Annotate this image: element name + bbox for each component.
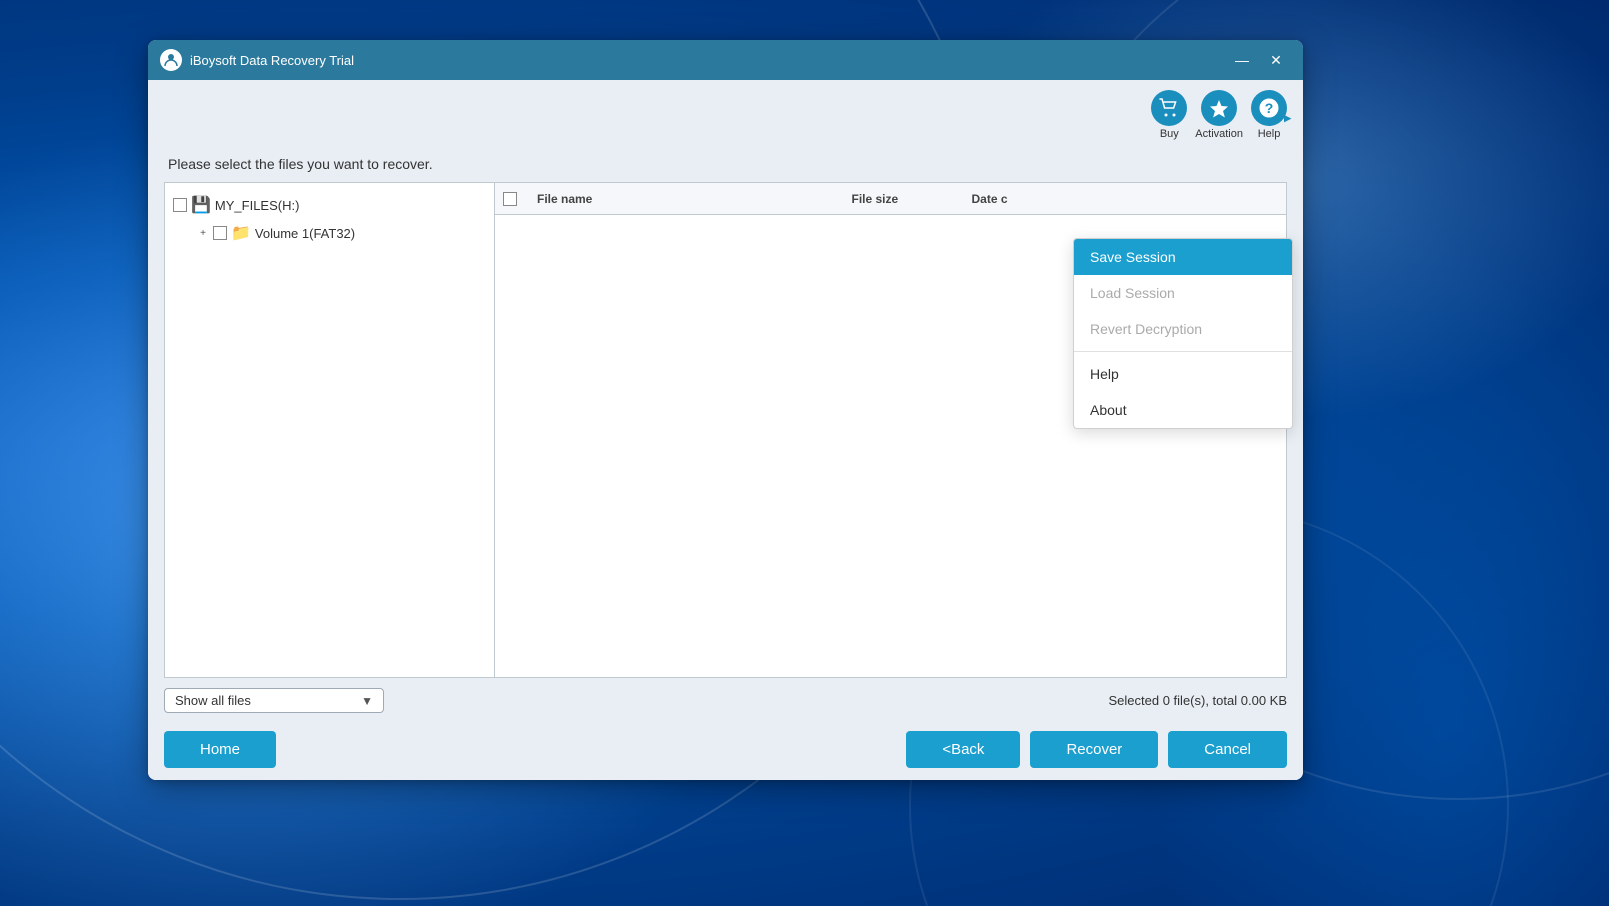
dropdown-chevron-icon: ▼ <box>361 694 373 708</box>
show-files-label: Show all files <box>175 693 251 708</box>
minimize-button[interactable]: — <box>1227 48 1257 72</box>
recover-button[interactable]: Recover <box>1030 731 1158 768</box>
header-checkbox[interactable] <box>503 192 517 206</box>
tree-item-volume[interactable]: + 📁 Volume 1(FAT32) <box>165 219 494 247</box>
menu-item-save-session[interactable]: Save Session <box>1074 239 1292 275</box>
buy-button[interactable]: Buy <box>1151 90 1187 140</box>
action-bar: Home <Back Recover Cancel <box>148 723 1303 780</box>
instruction-text: Please select the files you want to reco… <box>148 148 1303 182</box>
bottom-bar: Show all files ▼ Selected 0 file(s), tot… <box>148 678 1303 723</box>
menu-item-load-session[interactable]: Load Session <box>1074 275 1292 311</box>
right-action-buttons: <Back Recover Cancel <box>906 731 1287 768</box>
tree-item-root[interactable]: 💾 MY_FILES(H:) <box>165 191 494 219</box>
svg-text:?: ? <box>1265 100 1274 116</box>
tree-checkbox-volume[interactable] <box>213 226 227 240</box>
tree-checkbox-root[interactable] <box>173 198 187 212</box>
toolbar: Buy Activation ? ▶ <box>148 80 1303 148</box>
file-tree-panel: 💾 MY_FILES(H:) + 📁 Volume 1(FAT32) <box>165 183 495 677</box>
status-text: Selected 0 file(s), total 0.00 KB <box>1109 693 1287 708</box>
back-button[interactable]: <Back <box>906 731 1020 768</box>
activation-button[interactable]: Activation <box>1195 90 1243 140</box>
app-icon <box>160 49 182 71</box>
show-files-dropdown[interactable]: Show all files ▼ <box>164 688 384 713</box>
buy-label: Buy <box>1160 128 1179 140</box>
expand-icon[interactable]: + <box>197 227 209 239</box>
cancel-button[interactable]: Cancel <box>1168 731 1287 768</box>
col-header-date: Date c <box>964 188 1279 210</box>
window-controls: — ✕ <box>1227 48 1291 72</box>
home-button[interactable]: Home <box>164 731 276 768</box>
help-icon: ? ▶ <box>1251 90 1287 126</box>
activation-icon <box>1201 90 1237 126</box>
menu-item-about[interactable]: About <box>1074 392 1292 428</box>
tree-label-root: MY_FILES(H:) <box>215 198 300 213</box>
window-title: iBoysoft Data Recovery Trial <box>190 53 1227 68</box>
menu-item-revert-decryption[interactable]: Revert Decryption <box>1074 311 1292 347</box>
help-toolbar-button[interactable]: ? ▶ Help <box>1251 90 1287 140</box>
menu-divider <box>1074 351 1292 352</box>
activation-label: Activation <box>1195 128 1243 140</box>
file-list-header: File name File size Date c <box>495 183 1286 215</box>
folder-icon: 📁 <box>231 223 251 243</box>
tree-label-volume: Volume 1(FAT32) <box>255 226 355 241</box>
window-body: Buy Activation ? ▶ <box>148 80 1303 780</box>
help-dropdown-menu: Save Session Load Session Revert Decrypt… <box>1073 238 1293 429</box>
main-window: iBoysoft Data Recovery Trial — ✕ Buy <box>148 40 1303 780</box>
close-button[interactable]: ✕ <box>1261 48 1291 72</box>
col-header-name: File name <box>529 188 844 210</box>
drive-icon: 💾 <box>191 195 211 215</box>
col-header-size: File size <box>844 188 964 210</box>
menu-item-help[interactable]: Help <box>1074 356 1292 392</box>
titlebar: iBoysoft Data Recovery Trial — ✕ <box>148 40 1303 80</box>
help-toolbar-label: Help <box>1258 128 1281 140</box>
buy-icon <box>1151 90 1187 126</box>
